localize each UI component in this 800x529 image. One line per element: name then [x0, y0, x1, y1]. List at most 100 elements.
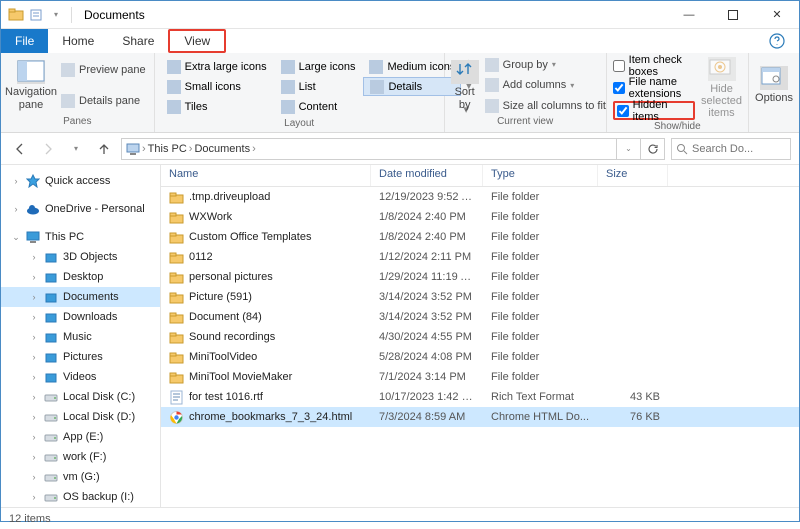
- up-button[interactable]: [93, 138, 115, 160]
- help-button[interactable]: [755, 29, 799, 53]
- layout-small[interactable]: Small icons: [161, 77, 273, 96]
- size-columns-button[interactable]: Size all columns to fit: [485, 97, 606, 116]
- navigation-pane-button[interactable]: Navigation pane: [5, 55, 57, 116]
- expand-icon[interactable]: ›: [29, 432, 39, 442]
- tree-onedrive[interactable]: ›OneDrive - Personal: [1, 199, 160, 219]
- tree-item-label: work (F:): [63, 451, 106, 463]
- expand-icon[interactable]: ›: [29, 332, 39, 342]
- tree-item[interactable]: ›Downloads: [1, 307, 160, 327]
- col-date[interactable]: Date modified: [371, 165, 483, 186]
- column-headers[interactable]: Name Date modified Type Size: [161, 165, 799, 187]
- preview-pane-button[interactable]: Preview pane: [61, 61, 146, 80]
- table-row[interactable]: chrome_bookmarks_7_3_24.html7/3/2024 8:5…: [161, 407, 799, 427]
- tree-item[interactable]: ›Documents: [1, 287, 160, 307]
- table-row[interactable]: WXWork1/8/2024 2:40 PMFile folder: [161, 207, 799, 227]
- tree-item[interactable]: ›vm (G:): [1, 467, 160, 487]
- options-button[interactable]: Options: [753, 55, 795, 116]
- expand-icon[interactable]: ›: [29, 312, 39, 322]
- forward-button[interactable]: [37, 138, 59, 160]
- tree-item[interactable]: ›3D Objects: [1, 247, 160, 267]
- table-row[interactable]: Picture (591)3/14/2024 3:52 PMFile folde…: [161, 287, 799, 307]
- expand-icon[interactable]: ›: [29, 252, 39, 262]
- tab-share[interactable]: Share: [108, 29, 168, 53]
- file-extensions-checkbox[interactable]: [613, 82, 625, 94]
- tree-quick-access[interactable]: ›Quick access: [1, 171, 160, 191]
- expand-icon[interactable]: ›: [11, 176, 21, 186]
- tree-item[interactable]: ›App (E:): [1, 427, 160, 447]
- col-type[interactable]: Type: [483, 165, 598, 186]
- expand-icon[interactable]: ›: [29, 452, 39, 462]
- close-button[interactable]: ✕: [755, 1, 799, 29]
- table-row[interactable]: Document (84)3/14/2024 3:52 PMFile folde…: [161, 307, 799, 327]
- hidden-items-toggle[interactable]: Hidden items: [613, 101, 695, 120]
- tab-view[interactable]: View: [168, 29, 226, 53]
- item-check-boxes-checkbox[interactable]: [613, 60, 625, 72]
- minimize-button[interactable]: —: [667, 1, 711, 29]
- tab-file[interactable]: File: [1, 29, 48, 53]
- minimize-icon: —: [684, 9, 695, 21]
- col-size[interactable]: Size: [598, 165, 668, 186]
- table-row[interactable]: MiniToolVideo5/28/2024 4:08 PMFile folde…: [161, 347, 799, 367]
- expand-icon[interactable]: ›: [29, 292, 39, 302]
- details-pane-button[interactable]: Details pane: [61, 92, 146, 111]
- file-extensions-toggle[interactable]: File name extensions: [613, 79, 695, 98]
- expand-icon[interactable]: ›: [11, 204, 21, 214]
- icons-m-icon: [369, 60, 383, 74]
- expand-icon[interactable]: ›: [29, 272, 39, 282]
- qat-dropdown-icon[interactable]: ▾: [47, 6, 65, 24]
- search-box[interactable]: [671, 138, 791, 160]
- table-row[interactable]: Custom Office Templates1/8/2024 2:40 PMF…: [161, 227, 799, 247]
- address-dropdown-button[interactable]: ⌄: [617, 138, 641, 160]
- tree-item[interactable]: › work (F:): [1, 447, 160, 467]
- table-row[interactable]: 01121/12/2024 2:11 PMFile folder: [161, 247, 799, 267]
- tree-item[interactable]: ›Local Disk (D:): [1, 407, 160, 427]
- tab-home[interactable]: Home: [48, 29, 108, 53]
- hidden-items-checkbox[interactable]: [617, 105, 629, 117]
- breadcrumb[interactable]: › This PC › Documents ›: [121, 138, 617, 160]
- sort-by-button[interactable]: Sort by: [449, 55, 481, 116]
- maximize-button[interactable]: [711, 1, 755, 29]
- expand-icon[interactable]: ›: [29, 472, 39, 482]
- layout-content[interactable]: Content: [275, 97, 362, 116]
- nav-tree[interactable]: ›Quick access ›OneDrive - Personal ⌄This…: [1, 165, 161, 507]
- table-row[interactable]: .tmp.driveupload12/19/2023 9:52 AMFile f…: [161, 187, 799, 207]
- col-name[interactable]: Name: [161, 165, 371, 186]
- collapse-icon[interactable]: ⌄: [11, 232, 21, 243]
- tree-item[interactable]: ›Videos: [1, 367, 160, 387]
- crumb-documents[interactable]: Documents: [194, 143, 250, 155]
- qat-props-icon[interactable]: [27, 6, 45, 24]
- group-label-layout: Layout: [159, 118, 440, 132]
- chevron-down-icon: ⌄: [625, 144, 632, 153]
- expand-icon[interactable]: ›: [29, 492, 39, 502]
- tree-item[interactable]: ›OS backup (I:): [1, 487, 160, 507]
- layout-list[interactable]: List: [275, 77, 362, 96]
- layout-extra-large[interactable]: Extra large icons: [161, 57, 273, 76]
- table-row[interactable]: personal pictures1/29/2024 11:19 AMFile …: [161, 267, 799, 287]
- tree-this-pc[interactable]: ⌄This PC: [1, 227, 160, 247]
- file-rows[interactable]: .tmp.driveupload12/19/2023 9:52 AMFile f…: [161, 187, 799, 507]
- tree-item[interactable]: ›Music: [1, 327, 160, 347]
- icons-xl-icon: [167, 60, 181, 74]
- folder-icon: [44, 330, 58, 344]
- tree-item[interactable]: ›Desktop: [1, 267, 160, 287]
- expand-icon[interactable]: ›: [29, 392, 39, 402]
- search-input[interactable]: [692, 143, 772, 155]
- hide-selected-button[interactable]: Hide selected items: [699, 55, 744, 121]
- recent-locations-button[interactable]: ▾: [65, 138, 87, 160]
- table-row[interactable]: Sound recordings4/30/2024 4:55 PMFile fo…: [161, 327, 799, 347]
- crumb-this-pc[interactable]: This PC: [148, 143, 187, 155]
- group-by-button[interactable]: Group by▾: [485, 55, 606, 74]
- expand-icon[interactable]: ›: [29, 372, 39, 382]
- back-button[interactable]: [9, 138, 31, 160]
- table-row[interactable]: MiniTool MovieMaker7/1/2024 3:14 PMFile …: [161, 367, 799, 387]
- layout-large[interactable]: Large icons: [275, 57, 362, 76]
- layout-tiles[interactable]: Tiles: [161, 97, 273, 116]
- tree-item[interactable]: ›Local Disk (C:): [1, 387, 160, 407]
- refresh-button[interactable]: [641, 138, 665, 160]
- table-row[interactable]: for test 1016.rtf10/17/2023 1:42 PMRich …: [161, 387, 799, 407]
- expand-icon[interactable]: ›: [29, 412, 39, 422]
- item-check-boxes-toggle[interactable]: Item check boxes: [613, 56, 695, 75]
- expand-icon[interactable]: ›: [29, 352, 39, 362]
- add-columns-button[interactable]: Add columns▾: [485, 76, 606, 95]
- tree-item[interactable]: ›Pictures: [1, 347, 160, 367]
